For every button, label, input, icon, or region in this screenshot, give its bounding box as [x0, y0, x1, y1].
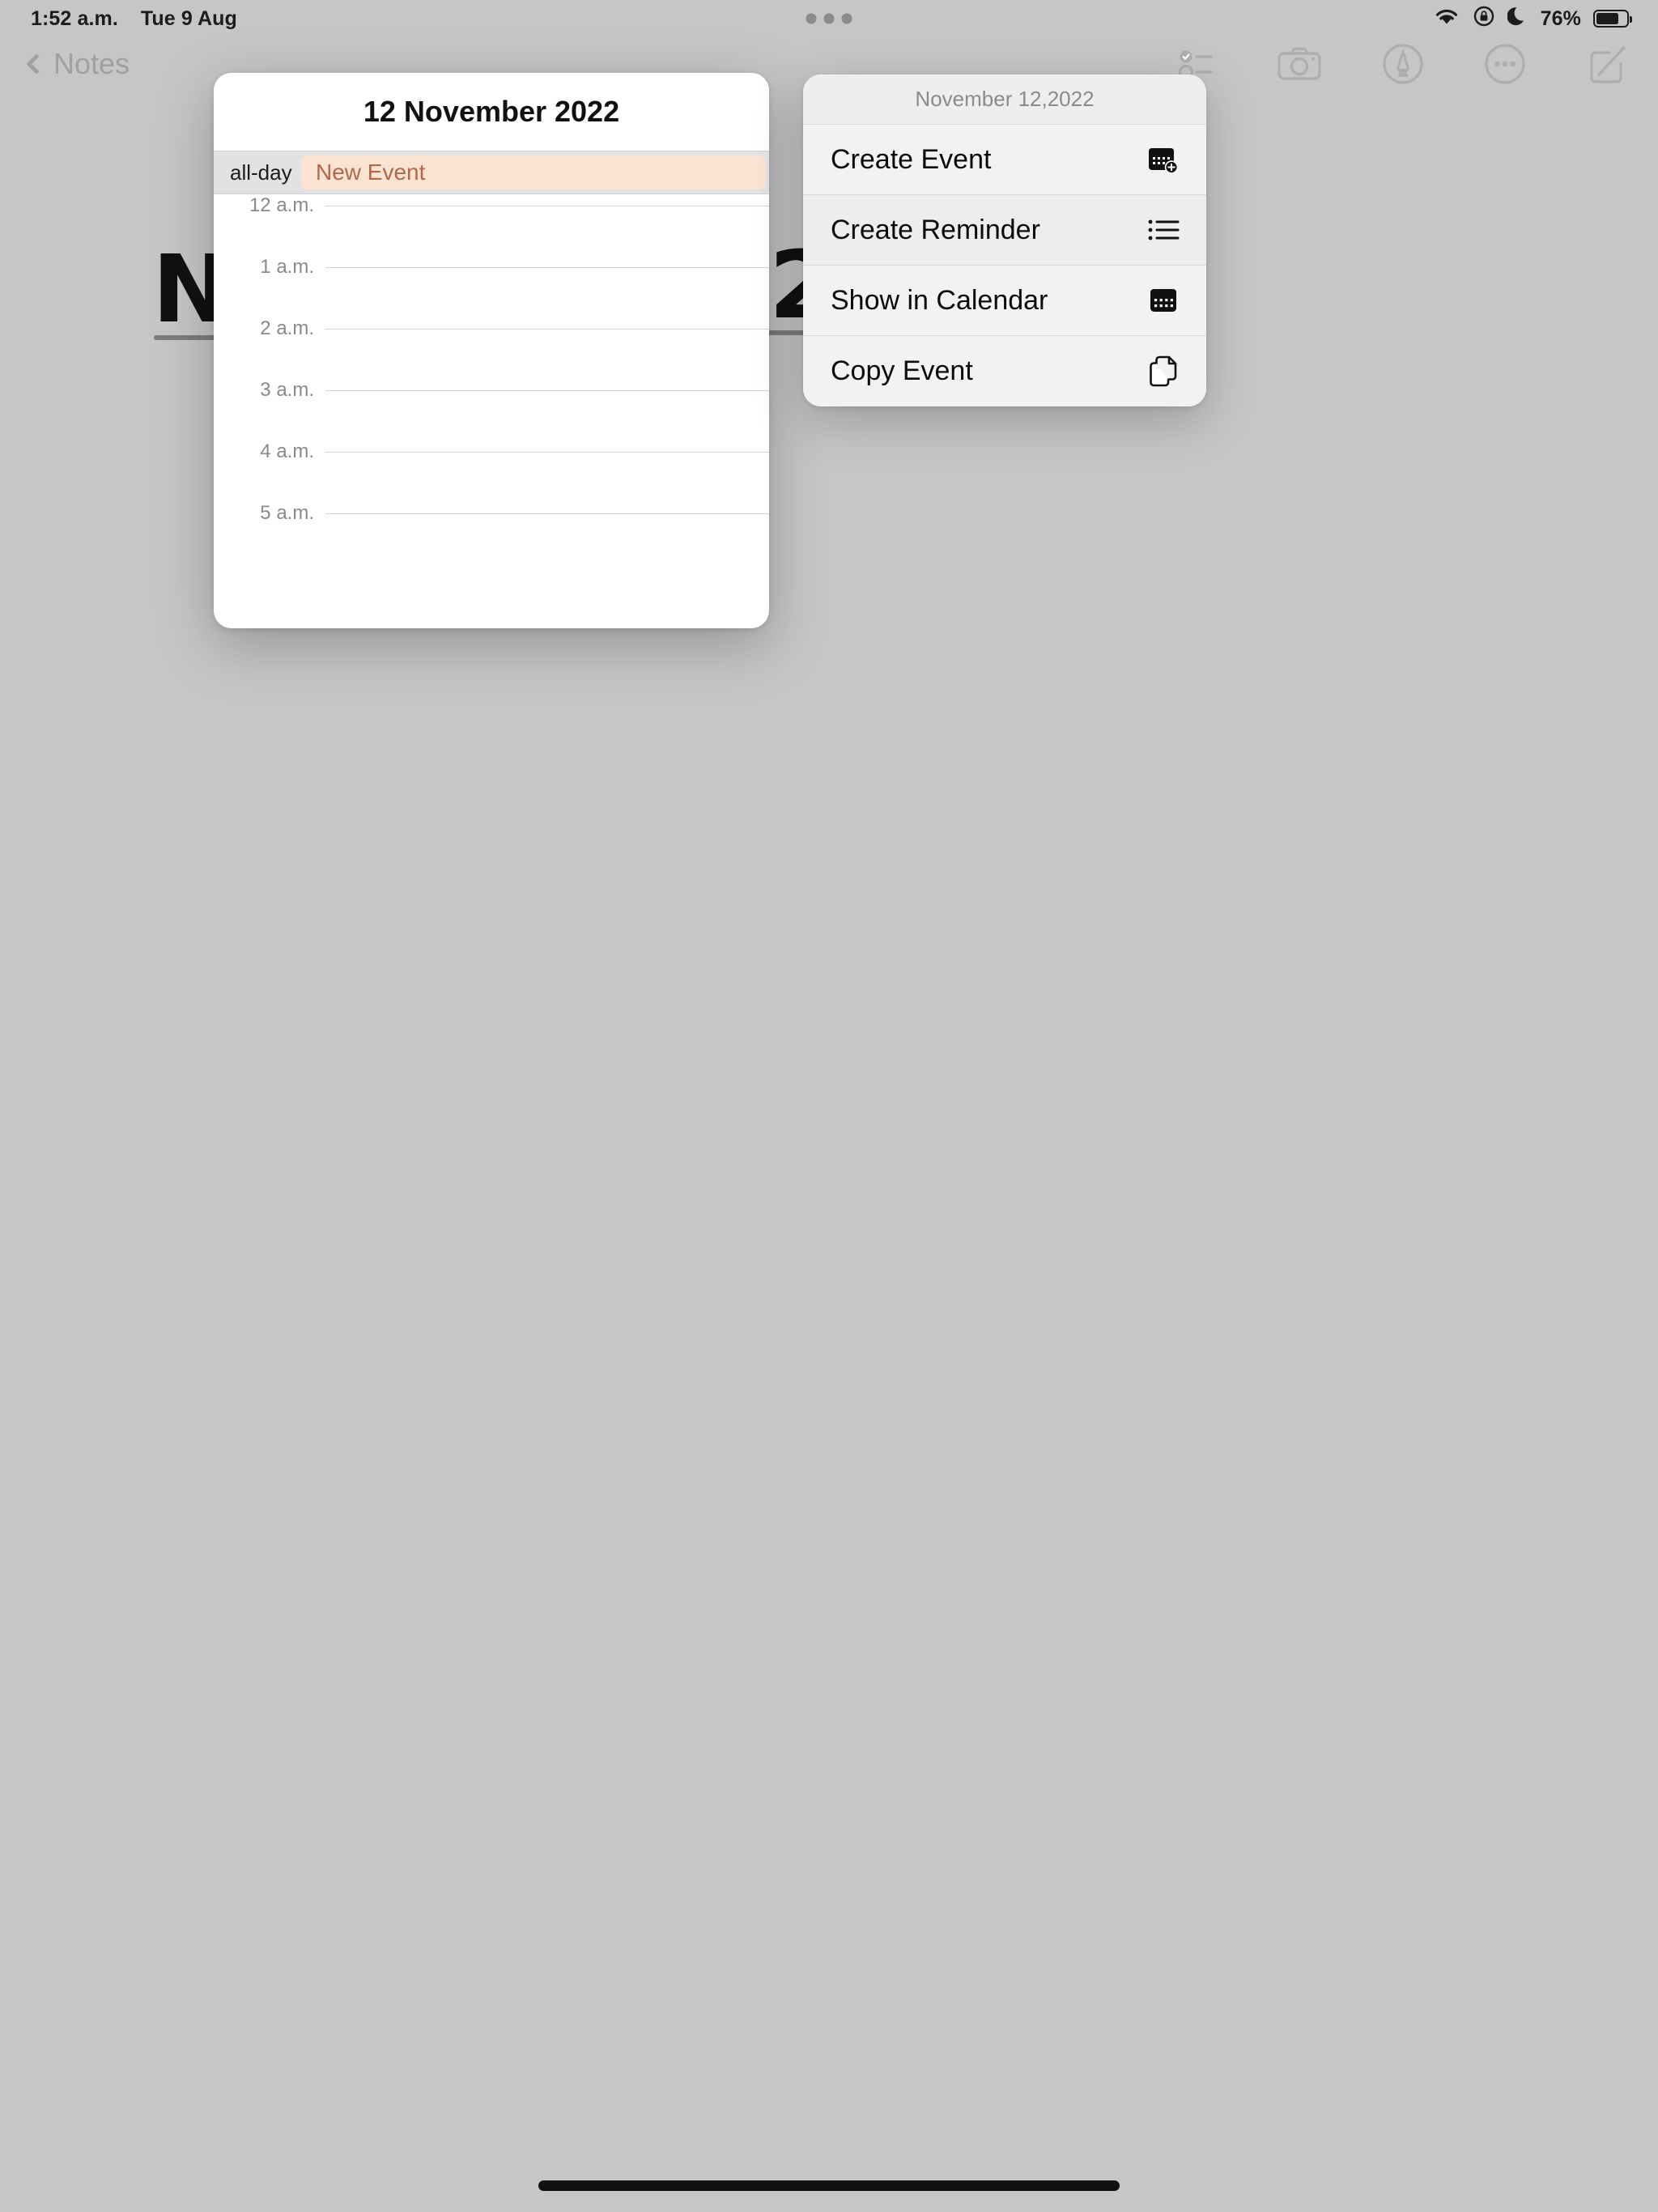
hour-grid[interactable]: 12 a.m. 1 a.m. 2 a.m. 3 a.m. 4 a.m. 5 a.…: [214, 194, 769, 575]
hour-line: [325, 390, 769, 391]
bulleted-list-icon: [1146, 213, 1180, 247]
calendar-icon: [1146, 283, 1180, 317]
menu-item-label: Create Reminder: [831, 214, 1040, 245]
menu-item-show-in-calendar[interactable]: Show in Calendar: [803, 266, 1206, 336]
all-day-event-chip[interactable]: New Event: [301, 155, 766, 189]
all-day-label: all-day: [230, 160, 292, 185]
battery-icon: [1593, 10, 1632, 28]
toolbar-actions: [1175, 42, 1629, 86]
hour-line: [325, 329, 769, 330]
hour-label: 1 a.m.: [260, 256, 314, 278]
back-to-notes-button[interactable]: Notes: [26, 47, 130, 81]
camera-icon[interactable]: [1276, 43, 1323, 85]
status-bar: 1:52 a.m. Tue 9 Aug 76%: [0, 0, 1658, 37]
hour-line: [325, 452, 769, 453]
hour-label: 5 a.m.: [260, 502, 314, 524]
status-time: 1:52 a.m.: [31, 6, 118, 30]
popover-title: 12 November 2022: [214, 73, 769, 151]
hour-line: [325, 267, 769, 268]
multitasking-dots[interactable]: [806, 13, 852, 24]
hour-label: 2 a.m.: [260, 317, 314, 339]
menu-item-create-reminder[interactable]: Create Reminder: [803, 195, 1206, 266]
dot: [841, 13, 852, 24]
compose-icon[interactable]: [1585, 42, 1629, 86]
calendar-plus-icon: [1146, 143, 1180, 177]
menu-item-create-event[interactable]: Create Event: [803, 125, 1206, 195]
back-label: Notes: [53, 47, 130, 80]
dot: [823, 13, 835, 24]
menu-item-label: Show in Calendar: [831, 284, 1048, 316]
hour-line: [325, 513, 769, 514]
battery-percentage: 76%: [1540, 6, 1581, 30]
hour-label: 4 a.m.: [260, 440, 314, 462]
copy-document-icon: [1146, 355, 1180, 389]
dot: [806, 13, 817, 24]
hour-label: 3 a.m.: [260, 379, 314, 401]
hour-label: 12 a.m.: [249, 194, 314, 216]
screen-root: 1:52 a.m. Tue 9 Aug 76% Notes N 2 12 Nov…: [0, 0, 1658, 2212]
context-menu-header: November 12,2022: [803, 74, 1206, 125]
all-day-row: all-day New Event: [214, 151, 769, 194]
rotation-lock-icon: [1473, 5, 1495, 33]
do-not-disturb-moon-icon: [1507, 5, 1528, 33]
menu-item-label: Create Event: [831, 143, 992, 175]
hour-row[interactable]: 5 a.m.: [214, 502, 769, 575]
markup-pen-icon[interactable]: [1381, 42, 1425, 86]
date-context-menu: November 12,2022 Create Event Create Rem…: [803, 74, 1206, 406]
wifi-icon: [1433, 6, 1460, 32]
chevron-left-icon: [26, 53, 47, 74]
all-day-event-title: New Event: [316, 160, 426, 185]
calendar-day-popover: 12 November 2022 all-day New Event 12 a.…: [214, 73, 769, 628]
home-indicator[interactable]: [538, 2180, 1120, 2191]
more-ellipsis-icon[interactable]: [1483, 42, 1527, 86]
status-date: Tue 9 Aug: [140, 6, 237, 30]
menu-item-copy-event[interactable]: Copy Event: [803, 336, 1206, 406]
menu-item-label: Copy Event: [831, 355, 973, 386]
